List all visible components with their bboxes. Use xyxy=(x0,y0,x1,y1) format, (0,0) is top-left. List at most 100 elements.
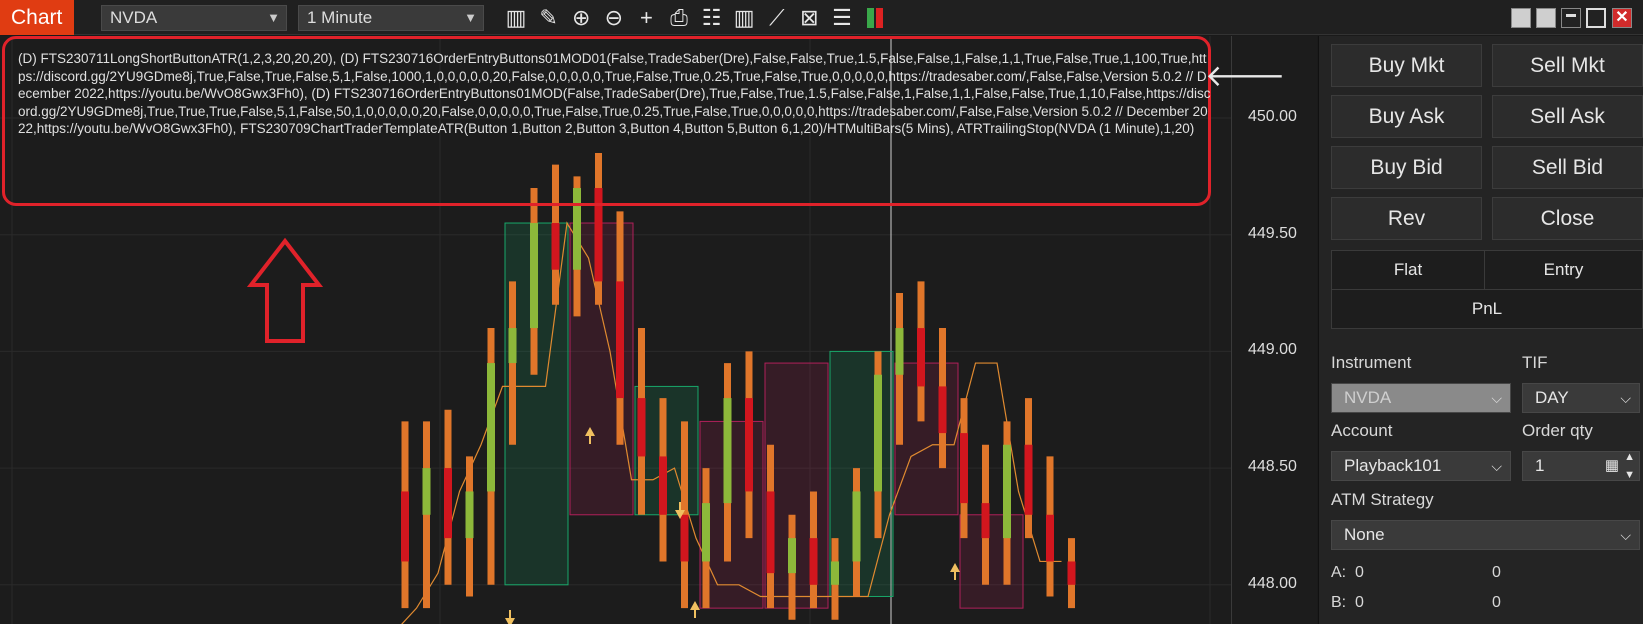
draw-tool-icon[interactable]: ✎ xyxy=(536,5,562,31)
chevron-down-icon: ⌵ xyxy=(1491,458,1502,474)
candle-body xyxy=(508,328,517,364)
candle-body xyxy=(637,398,646,457)
buy-market-button[interactable]: Buy Mkt xyxy=(1331,44,1482,87)
minimize-icon[interactable] xyxy=(1511,8,1531,28)
stat-b-value-2: 0 xyxy=(1492,594,1501,611)
period-selector-value: 1 Minute xyxy=(307,8,373,27)
candle-body xyxy=(723,398,732,504)
candle-body xyxy=(745,398,753,492)
candle-body xyxy=(465,491,474,539)
stat-a-value-2: 0 xyxy=(1492,564,1501,581)
trade-arrow-icon xyxy=(505,618,515,624)
account-value: Playback101 xyxy=(1344,456,1442,475)
close-position-button[interactable]: Close xyxy=(1492,197,1643,240)
buy-bid-button[interactable]: Buy Bid xyxy=(1331,146,1482,189)
trader-instrument-select[interactable]: NVDA ⌵ xyxy=(1331,383,1511,413)
chevron-down-icon: ▼ xyxy=(267,10,280,25)
maximize-icon[interactable] xyxy=(1561,8,1581,28)
candle-body xyxy=(616,281,624,399)
sell-ask-button[interactable]: Sell Ask xyxy=(1492,95,1643,138)
stat-b-label: B: xyxy=(1331,594,1347,611)
reverse-button[interactable]: Rev xyxy=(1331,197,1482,240)
price-axis[interactable]: 450.00 449.50 449.00 448.50 448.00 xyxy=(1231,36,1317,624)
chart-tab[interactable]: Chart xyxy=(0,0,74,35)
stat-a-label: A: xyxy=(1331,564,1347,581)
order-qty-label: Order qty xyxy=(1522,421,1593,440)
chevron-down-icon: ⌵ xyxy=(1620,527,1631,543)
restore-window-icon[interactable] xyxy=(1586,8,1606,28)
price-tick-label: 448.50 xyxy=(1248,458,1297,476)
chart-panel[interactable]: 450.00 449.50 449.00 448.50 448.00 (D) FTS23… xyxy=(0,36,1317,624)
indicator-label-text: (D) FTS230711LongShortButtonATR(1,2,3,20… xyxy=(18,51,1211,137)
candle-body xyxy=(444,468,452,539)
instrument-selector-value: NVDA xyxy=(110,8,158,27)
candle-body xyxy=(1046,514,1054,562)
chart-toolbar: Chart NVDA ▼ 1 Minute ▼ ▥ ✎ ⊕ ⊖ + ⎙ ☷ ▥ ⟋ ⊠ ☰ ✕ xyxy=(0,0,1643,35)
atm-strategy-select[interactable]: None ⌵ xyxy=(1331,520,1640,550)
zoom-out-icon[interactable]: ⊖ xyxy=(601,5,627,31)
account-select[interactable]: Playback101 ⌵ xyxy=(1331,451,1511,481)
trade-arrow-icon xyxy=(690,601,700,610)
buy-ask-button[interactable]: Buy Ask xyxy=(1331,95,1482,138)
price-tick-label: 448.00 xyxy=(1248,574,1297,592)
candle-body xyxy=(530,223,538,329)
calculator-icon[interactable]: ▦ xyxy=(1605,452,1619,480)
candle-body xyxy=(1024,444,1033,515)
candle-body xyxy=(981,503,990,539)
bar-type-icon[interactable]: ▥ xyxy=(503,5,529,31)
candle-body xyxy=(1067,561,1076,585)
candle-body xyxy=(809,538,818,585)
position-status: Flat xyxy=(1331,250,1485,290)
chevron-down-icon: ▼ xyxy=(464,10,477,25)
chevron-down-icon: ⌵ xyxy=(1620,390,1631,406)
candle-body xyxy=(938,386,947,434)
candle-body xyxy=(917,328,925,387)
price-tick-label: 449.50 xyxy=(1248,224,1297,242)
restore-icon[interactable] xyxy=(1536,8,1556,28)
quantity-stepper[interactable]: ▲ ▼ xyxy=(1624,448,1635,484)
close-icon[interactable]: ✕ xyxy=(1612,8,1632,28)
htf-bar xyxy=(959,514,1024,609)
candle-body xyxy=(831,561,839,585)
chart-trader-panel: Buy Mkt Sell Mkt Buy Ask Sell Ask Buy Bi… xyxy=(1318,36,1643,624)
candle-body xyxy=(551,223,560,270)
tif-label: TIF xyxy=(1522,353,1548,372)
templates-icon[interactable]: ⊠ xyxy=(796,5,822,31)
properties-icon[interactable]: ☷ xyxy=(699,5,725,31)
trade-arrow-icon xyxy=(950,563,960,572)
candle-body xyxy=(680,514,689,562)
candle-body xyxy=(659,456,667,515)
arrow-left-icon[interactable]: 🡐 xyxy=(1205,58,1285,94)
candle-body xyxy=(895,328,904,375)
account-label: Account xyxy=(1331,421,1393,440)
instrument-selector[interactable]: NVDA ▼ xyxy=(101,5,287,31)
candle-body xyxy=(788,538,796,574)
htf-bar xyxy=(829,350,894,597)
tif-select[interactable]: DAY ⌵ xyxy=(1522,383,1640,413)
zoom-in-icon[interactable]: ⊕ xyxy=(568,5,594,31)
chart-trader-icon[interactable] xyxy=(862,5,888,31)
indicators-icon[interactable]: ▥ xyxy=(731,5,757,31)
sell-bid-button[interactable]: Sell Bid xyxy=(1492,146,1643,189)
strategies-icon[interactable]: ⟋ xyxy=(764,5,790,31)
entry-price: Entry xyxy=(1484,250,1643,290)
crosshair-icon[interactable]: + xyxy=(633,5,659,31)
annotation-up-arrow xyxy=(246,237,324,343)
order-qty-value: 1 xyxy=(1535,456,1545,475)
candle-body xyxy=(766,491,775,574)
candle-body xyxy=(960,433,968,504)
htf-bar xyxy=(894,362,959,516)
sell-market-button[interactable]: Sell Mkt xyxy=(1492,44,1643,87)
candle-body xyxy=(401,491,409,562)
period-selector[interactable]: 1 Minute ▼ xyxy=(298,5,484,31)
candle-body xyxy=(874,374,882,492)
stat-b-value-1: 0 xyxy=(1355,594,1364,611)
candle-body xyxy=(702,503,710,562)
trader-instrument-value: NVDA xyxy=(1344,388,1392,407)
candle-body xyxy=(1003,444,1011,539)
data-box-icon[interactable]: ⎙ xyxy=(666,5,692,31)
object-list-icon[interactable]: ☰ xyxy=(829,5,855,31)
order-qty-input[interactable]: 1 ▦ ▲ ▼ xyxy=(1522,451,1640,481)
candle-body xyxy=(422,468,431,515)
pnl-display: PnL xyxy=(1331,289,1643,329)
